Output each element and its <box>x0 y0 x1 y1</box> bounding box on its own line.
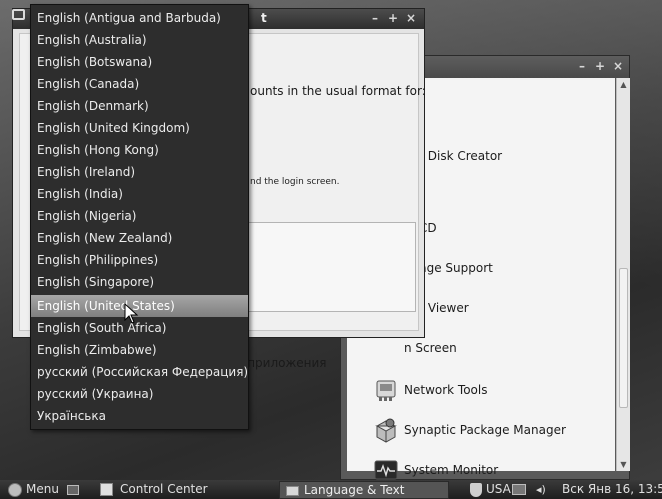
minimize-button[interactable]: – <box>577 59 587 73</box>
close-button[interactable]: × <box>613 59 623 73</box>
window-menu-icon[interactable] <box>12 9 25 20</box>
keyboard-layout-label: USA <box>486 482 511 496</box>
dropdown-item[interactable]: English (New Zealand) <box>31 227 248 249</box>
bottom-panel: Menu Control Center Language & Text USA … <box>0 480 662 499</box>
network-tools-icon <box>373 377 399 403</box>
language-window-icon <box>286 486 299 496</box>
dropdown-item[interactable]: русский (Российская Федерация) <box>31 361 248 383</box>
applications-text: е приложения <box>236 356 327 370</box>
cc-item-label: Synaptic Package Manager <box>404 423 566 437</box>
menu-button[interactable]: Menu <box>8 480 79 499</box>
taskbar-control-center[interactable]: Control Center <box>100 480 208 499</box>
keyboard-layout-indicator[interactable]: USA <box>470 480 511 499</box>
package-icon <box>373 417 399 443</box>
show-desktop-icon[interactable] <box>66 484 79 495</box>
dropdown-item[interactable]: English (Antigua and Barbuda) <box>31 7 248 29</box>
dropdown-item[interactable]: English (India) <box>31 183 248 205</box>
format-description: ounts in the usual format for: <box>250 84 426 98</box>
volume-icon[interactable]: ◂) <box>536 480 546 499</box>
shield-icon <box>470 482 482 497</box>
minimize-button[interactable]: – <box>370 11 380 25</box>
maximize-button[interactable]: + <box>388 11 398 25</box>
language-dropdown-menu[interactable]: English (Antigua and Barbuda) English (A… <box>30 4 249 430</box>
window-title: t <box>261 11 267 25</box>
close-button[interactable]: × <box>406 11 416 25</box>
dropdown-item[interactable]: English (Denmark) <box>31 95 248 117</box>
scroll-down-icon[interactable]: ▼ <box>619 460 628 469</box>
scroll-up-icon[interactable]: ▲ <box>619 80 628 89</box>
menu-label: Menu <box>26 482 59 496</box>
dropdown-item[interactable]: English (Singapore) <box>31 271 248 293</box>
dropdown-item[interactable]: русский (Украина) <box>31 383 248 405</box>
dropdown-item[interactable]: English (Australia) <box>31 29 248 51</box>
scrollbar-thumb[interactable] <box>619 268 628 408</box>
login-screen-note: nd the login screen. <box>250 177 340 187</box>
dropdown-item[interactable]: English (Canada) <box>31 73 248 95</box>
dropdown-item[interactable]: English (Botswana) <box>31 51 248 73</box>
dropdown-item[interactable]: English (Nigeria) <box>31 205 248 227</box>
cc-item-label: Network Tools <box>404 383 488 397</box>
dropdown-item[interactable]: English (United Kingdom) <box>31 117 248 139</box>
dropdown-item[interactable]: English (Zimbabwe) <box>31 339 248 361</box>
network-icon[interactable] <box>512 480 526 499</box>
cc-item-label: System Monitor <box>404 463 499 477</box>
control-center-icon <box>100 483 113 496</box>
taskbar-language-text[interactable]: Language & Text <box>279 481 449 499</box>
menu-logo-icon <box>8 482 22 497</box>
maximize-button[interactable]: + <box>595 59 605 73</box>
dropdown-item[interactable]: English (Hong Kong) <box>31 139 248 161</box>
dropdown-item[interactable]: English (Ireland) <box>31 161 248 183</box>
cc-item-network-tools[interactable]: Network Tools <box>347 370 615 410</box>
taskbar-label: Control Center <box>120 482 208 496</box>
dropdown-item[interactable]: Українська <box>31 405 248 427</box>
cc-item-synaptic-package-manager[interactable]: Synaptic Package Manager <box>347 410 615 450</box>
language-listbox[interactable] <box>246 222 416 312</box>
taskbar-label: Language & Text <box>304 483 405 497</box>
mouse-cursor-icon <box>124 302 140 325</box>
cc-item-label: n Screen <box>404 341 457 355</box>
clock[interactable]: Вск Янв 16, 13:5 <box>562 480 662 499</box>
dropdown-item[interactable]: English (Philippines) <box>31 249 248 271</box>
control-center-scrollbar[interactable]: ▲ ▼ <box>616 78 630 471</box>
